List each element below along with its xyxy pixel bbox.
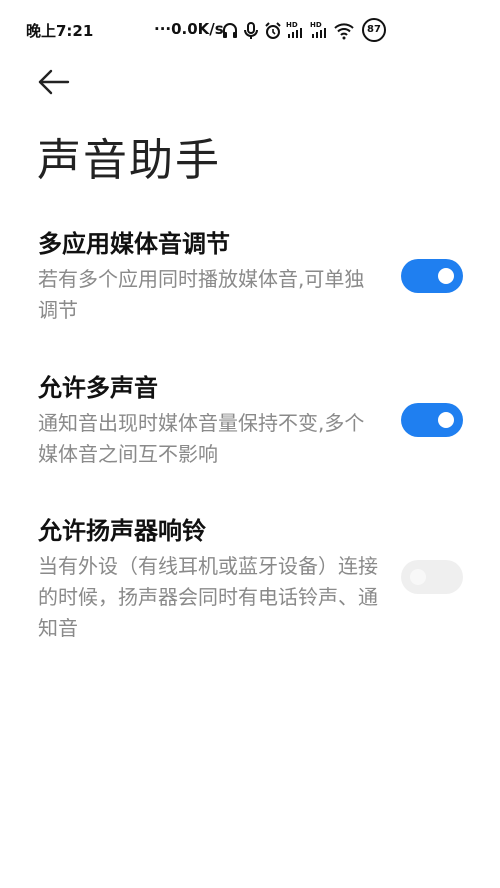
toggle-knob [438, 412, 454, 428]
arrow-left-icon [38, 69, 70, 95]
microphone-icon [244, 22, 258, 39]
wifi-icon [334, 23, 354, 40]
setting-title: 允许多声音 [38, 374, 158, 402]
setting-title: 允许扬声器响铃 [38, 517, 206, 545]
status-time: 晚上7:21 [26, 22, 94, 40]
svg-text:HD: HD [310, 21, 322, 29]
setting-description: 当有外设（有线耳机或蓝牙设备）连接的时候，扬声器会同时有电话铃声、通知音 [38, 554, 378, 640]
setting-description: 通知音出现时媒体音量保持不变,多个媒体音之间互不影响 [38, 411, 365, 466]
svg-text:HD: HD [286, 21, 298, 29]
multi-app-media-volume-toggle[interactable] [401, 259, 463, 293]
setting-title: 多应用媒体音调节 [38, 230, 230, 258]
network-speed: ···0.0K/s [154, 20, 224, 38]
setting-description: 若有多个应用同时播放媒体音,可单独调节 [38, 267, 365, 322]
alarm-icon [265, 22, 281, 39]
toggle-knob [438, 268, 454, 284]
allow-multiple-sounds-toggle[interactable] [401, 403, 463, 437]
battery-icon: 87 [362, 18, 386, 42]
allow-speaker-ring-toggle[interactable] [401, 560, 463, 594]
setting-allow-speaker-ring: 允许扬声器响铃 当有外设（有线耳机或蓝牙设备）连接的时候，扬声器会同时有电话铃声… [38, 515, 478, 644]
back-button[interactable] [32, 62, 76, 102]
hd-signal-icon: HD [310, 21, 326, 38]
toggle-knob [410, 569, 426, 585]
setting-multi-app-media-volume: 多应用媒体音调节 若有多个应用同时播放媒体音,可单独调节 [38, 228, 478, 326]
headphones-icon [223, 23, 237, 38]
page-title: 声音助手 [37, 135, 221, 186]
hd-signal-icon: HD [286, 21, 302, 38]
status-bar: 晚上7:21 ···0.0K/s HD HD 87 [0, 0, 500, 58]
setting-allow-multiple-sounds: 允许多声音 通知音出现时媒体音量保持不变,多个媒体音之间互不影响 [38, 372, 478, 470]
